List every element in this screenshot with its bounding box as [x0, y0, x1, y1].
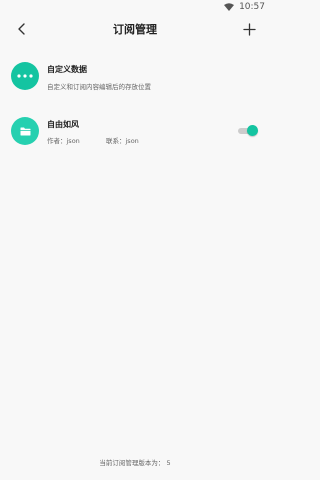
- page-title: 订阅管理: [113, 23, 157, 36]
- list-item-subscription[interactable]: 自由如风 作者：json 联系：json: [0, 107, 270, 155]
- item-title: 自由如风: [47, 120, 79, 129]
- toolbar: 订阅管理: [0, 14, 270, 44]
- item-author: 作者：json: [47, 137, 80, 145]
- list-item-custom-data[interactable]: 自定义数据 自定义和订阅内容编辑后的存放位置: [0, 52, 270, 100]
- status-time: 10:57: [239, 2, 265, 12]
- back-arrow-icon: [18, 23, 25, 35]
- folder-icon: [11, 117, 39, 145]
- item-subtitle: 自定义和订阅内容编辑后的存放位置: [47, 83, 151, 91]
- version-text: 当前订阅管理版本为： 5: [99, 459, 171, 467]
- back-button[interactable]: [13, 20, 31, 38]
- toggle-thumb: [247, 125, 258, 136]
- wifi-icon: [224, 3, 235, 11]
- more-dots-icon: [11, 62, 39, 90]
- status-bar: 10:57: [0, 0, 270, 14]
- plus-icon: [242, 22, 256, 36]
- enable-toggle[interactable]: [238, 125, 258, 136]
- item-contact: 联系：json: [106, 137, 139, 145]
- add-subscription-button[interactable]: [240, 20, 258, 38]
- item-title: 自定义数据: [47, 65, 87, 74]
